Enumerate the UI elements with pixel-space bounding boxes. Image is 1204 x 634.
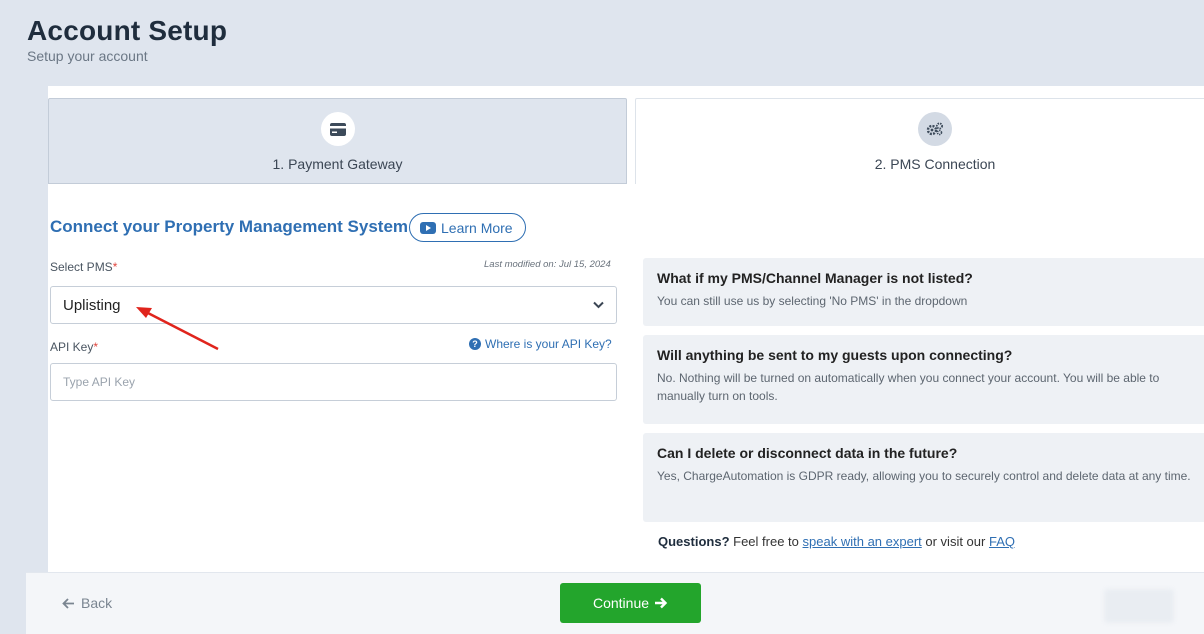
section-title: Connect your Property Management System: [50, 217, 409, 236]
questions-line: Questions? Feel free to speak with an ex…: [658, 534, 1015, 549]
continue-label: Continue: [592, 595, 650, 611]
faq-item: Can I delete or disconnect data in the f…: [643, 433, 1204, 522]
faq-question: What if my PMS/Channel Manager is not li…: [657, 270, 973, 286]
step-2-circle: [918, 112, 952, 146]
questions-lead: Questions?: [658, 534, 730, 549]
chevron-down-icon: [592, 299, 604, 311]
step-pms-connection[interactable]: 2. PMS Connection: [635, 98, 1204, 184]
learn-more-button[interactable]: Learn More: [409, 213, 526, 242]
required-marker: *: [112, 260, 118, 274]
faq-item: What if my PMS/Channel Manager is not li…: [643, 258, 1204, 326]
pms-select-value: Uplisting: [63, 296, 121, 314]
faq-answer: No. Nothing will be turned on automatica…: [657, 371, 1160, 403]
api-key-label: API Key*: [50, 340, 98, 354]
footer-bar: Back Continue: [26, 572, 1204, 634]
faq-answer: Yes, ChargeAutomation is GDPR ready, all…: [657, 469, 1191, 483]
video-play-icon: [420, 221, 436, 234]
back-label: Back: [81, 595, 113, 611]
api-key-input[interactable]: [50, 363, 617, 401]
api-key-help-label: Where is your API Key?: [485, 337, 612, 351]
last-modified-text: Last modified on: Jul 15, 2024: [484, 259, 611, 270]
step-2-label: 2. PMS Connection: [874, 156, 996, 172]
arrow-right-icon: [655, 597, 668, 609]
left-gutter: [26, 86, 48, 572]
back-button[interactable]: Back: [62, 595, 112, 611]
questions-text-1: Feel free to: [733, 534, 799, 549]
faq-link[interactable]: FAQ: [989, 534, 1015, 549]
gears-icon: [926, 122, 943, 136]
step-1-circle: [320, 112, 355, 146]
select-pms-label-text: Select PMS: [50, 260, 113, 274]
faq-question: Can I delete or disconnect data in the f…: [657, 445, 958, 461]
page-header: Account Setup Setup your account: [27, 14, 227, 64]
questions-text-2: or visit our: [925, 534, 986, 549]
page-subtitle: Setup your account: [27, 48, 148, 64]
credit-card-icon: [329, 122, 346, 136]
faq-question: Will anything be sent to my guests upon …: [657, 347, 1013, 363]
blurred-button: [1104, 589, 1174, 623]
faq-answer: You can still use us by selecting 'No PM…: [657, 294, 968, 308]
setup-card: 1. Payment Gateway 2. PMS Connection Con…: [26, 86, 1204, 634]
page-title: Account Setup: [27, 15, 228, 46]
api-key-label-text: API Key: [50, 340, 94, 354]
speak-with-expert-link[interactable]: speak with an expert: [803, 534, 922, 549]
required-marker-api: *: [93, 340, 99, 354]
api-key-help-link[interactable]: ? Where is your API Key?: [469, 337, 612, 351]
question-circle-icon: ?: [469, 338, 481, 350]
pms-select[interactable]: Uplisting: [50, 286, 617, 324]
select-pms-label: Select PMS*: [50, 260, 117, 274]
step-1-label: 1. Payment Gateway: [272, 156, 403, 172]
faq-item: Will anything be sent to my guests upon …: [643, 335, 1204, 424]
step-payment-gateway[interactable]: 1. Payment Gateway: [48, 98, 627, 184]
arrow-left-icon: [62, 597, 74, 609]
learn-more-label: Learn More: [441, 219, 513, 236]
continue-button[interactable]: Continue: [560, 583, 701, 623]
